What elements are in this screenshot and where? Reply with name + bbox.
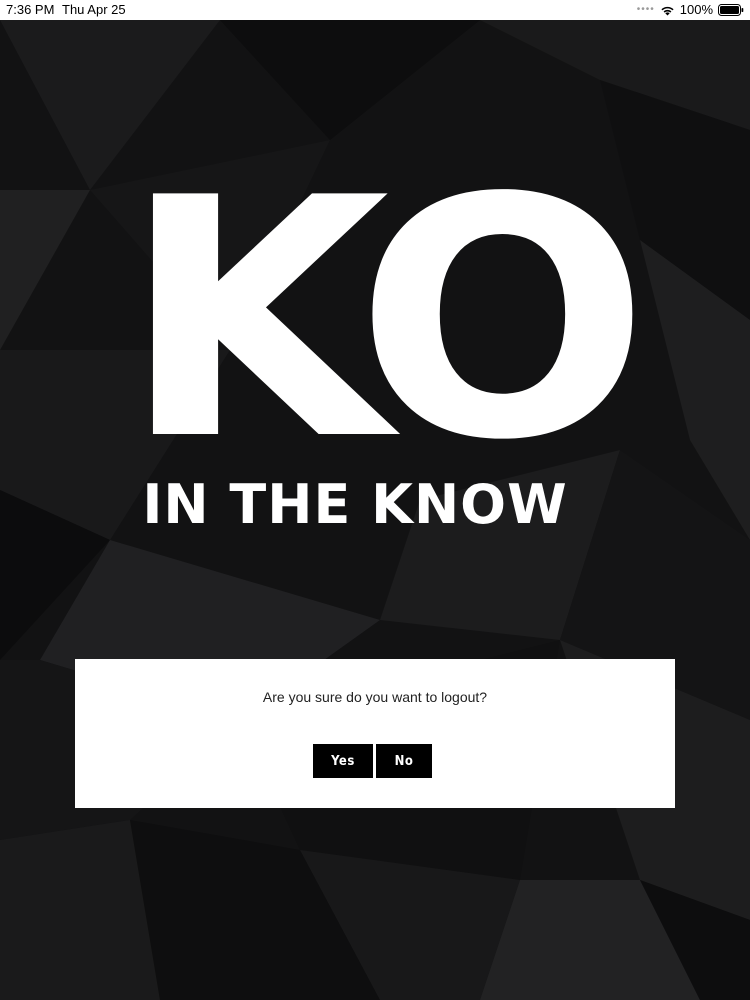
battery-percentage: 100%: [679, 2, 713, 17]
cellular-signal-icon: ••••: [636, 4, 655, 15]
logout-dialog: Are you sure do you want to logout? Yes …: [75, 659, 675, 808]
no-button[interactable]: No: [376, 744, 432, 778]
logo-tagline: IN THE KNOW: [142, 473, 568, 536]
yes-button[interactable]: Yes: [313, 744, 373, 778]
logo-mark: KO: [121, 128, 650, 512]
status-time: 7:36 PM: [6, 2, 55, 17]
status-indicators: •••• 100%: [637, 0, 744, 20]
dialog-message: Are you sure do you want to logout?: [262, 689, 488, 705]
app-logo: KO IN THE KNOW: [0, 20, 750, 580]
status-bar: 7:36 PM Thu Apr 25 •••• 100%: [0, 0, 750, 20]
app-screen: 7:36 PM Thu Apr 25 •••• 100% KO IN THE K…: [0, 0, 750, 1000]
wifi-icon: [660, 5, 675, 16]
dialog-buttons: Yes No: [313, 744, 432, 778]
battery-icon: [718, 4, 744, 16]
status-date: Thu Apr 25: [62, 2, 126, 17]
